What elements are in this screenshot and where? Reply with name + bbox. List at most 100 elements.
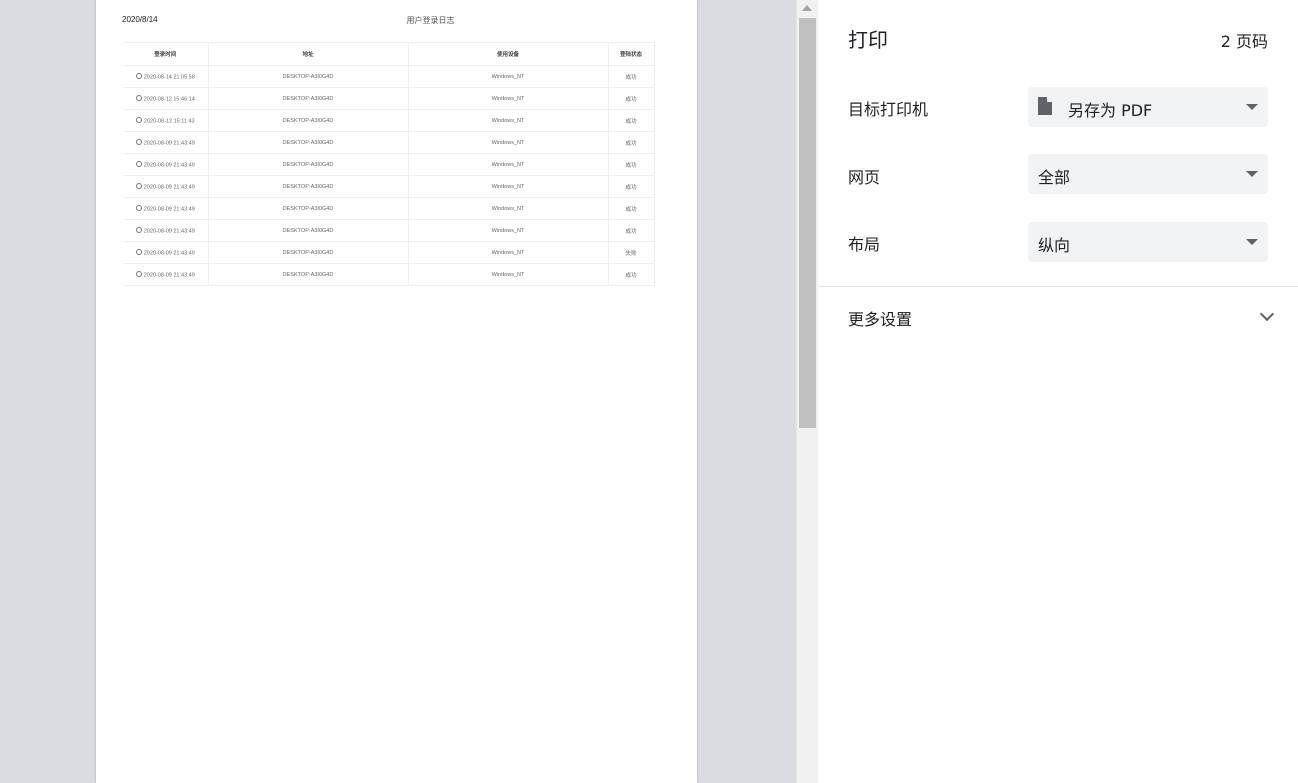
- cell-text: DESKTOP-A3I0G4D: [282, 73, 334, 80]
- table-row: 2020-08-12 15:11:43 DESKTOP-A3I0G4D Window…: [123, 109, 655, 132]
- clock-icon: [135, 204, 142, 211]
- cell-text: DESKTOP-A3I0G4D: [282, 139, 334, 146]
- clock-icon: [135, 182, 142, 189]
- cell-text: Windows_NT: [491, 205, 525, 212]
- destination-label: 目标打印机: [848, 100, 929, 119]
- table-body: 2020-08-14 21:05:58 DESKTOP-A3I0G4D Window…: [123, 65, 655, 286]
- scroll-up-arrow-icon[interactable]: [802, 5, 812, 11]
- more-settings-label: 更多设置: [848, 310, 913, 329]
- destination-select[interactable]: 另存为 PDF: [1028, 87, 1268, 127]
- dropdown-arrow-icon: [1246, 239, 1258, 245]
- table-cell: DESKTOP-A3I0G4D: [208, 109, 409, 132]
- preview-scrollbar[interactable]: [796, 0, 819, 783]
- divider: [818, 286, 1298, 287]
- cell-text: Windows_NT: [491, 183, 525, 190]
- cell-text: 2020-08-09 21:43:49: [143, 206, 195, 213]
- cell-text: Windows_NT: [491, 249, 525, 256]
- cell-text: 2020-08-09 21:43:49: [143, 162, 195, 169]
- cell-text: 成功: [625, 272, 637, 279]
- print-title: 打印: [848, 28, 888, 52]
- table-cell: Windows_NT: [408, 175, 609, 198]
- column-header: 登陆状态: [608, 42, 655, 66]
- cell-text: DESKTOP-A3I0G4D: [282, 205, 334, 212]
- dropdown-arrow-icon: [1246, 171, 1258, 177]
- table-cell: DESKTOP-A3I0G4D: [208, 241, 409, 264]
- cell-text: Windows_NT: [491, 95, 525, 102]
- table-cell: DESKTOP-A3I0G4D: [208, 175, 409, 198]
- cell-text: Windows_NT: [491, 271, 525, 278]
- cell-text: DESKTOP-A3I0G4D: [282, 183, 334, 190]
- page-header-title: 用户登录日志: [96, 15, 697, 26]
- table-cell: 成功: [608, 153, 655, 176]
- table-cell: 2020-08-09 21:43:49: [123, 131, 209, 154]
- table-cell: Windows_NT: [408, 241, 609, 264]
- scroll-thumb[interactable]: [799, 18, 816, 428]
- table-cell: 2020-08-09 21:43:49: [123, 153, 209, 176]
- cell-text: Windows_NT: [491, 117, 525, 124]
- cell-text: Windows_NT: [491, 161, 525, 168]
- cell-text: 2020-08-09 21:43:49: [143, 184, 195, 191]
- table-cell: 成功: [608, 87, 655, 110]
- destination-value: 另存为 PDF: [1068, 101, 1153, 120]
- more-settings-toggle[interactable]: 更多设置: [818, 300, 1298, 334]
- chevron-down-icon: [1259, 306, 1275, 322]
- table-cell: 2020-08-09 21:43:49: [123, 197, 209, 220]
- print-settings-panel: 打印 2 页码 目标打印机 另存为 PDF 网页 全部 布局 纵向 更多设置: [818, 0, 1298, 783]
- layout-select[interactable]: 纵向: [1028, 222, 1268, 262]
- clock-icon: [135, 248, 142, 255]
- table-cell: DESKTOP-A3I0G4D: [208, 263, 409, 286]
- cell-text: 成功: [625, 162, 637, 169]
- table-cell: Windows_NT: [408, 197, 609, 220]
- table-cell: DESKTOP-A3I0G4D: [208, 153, 409, 176]
- pdf-file-icon: [1038, 97, 1052, 115]
- cell-text: 2020-08-09 21:43:49: [143, 272, 195, 279]
- table-row: 2020-08-09 21:43:49 DESKTOP-A3I0G4D Window…: [123, 131, 655, 154]
- cell-text: 2020-08-14 21:05:58: [143, 74, 195, 81]
- layout-value: 纵向: [1038, 236, 1071, 255]
- table-cell: Windows_NT: [408, 219, 609, 242]
- cell-text: DESKTOP-A3I0G4D: [282, 249, 334, 256]
- cell-text: 成功: [625, 74, 637, 81]
- table-cell: DESKTOP-A3I0G4D: [208, 219, 409, 242]
- cell-text: 成功: [625, 118, 637, 125]
- cell-text: 2020-08-12 15:11:43: [143, 118, 195, 125]
- table-cell: Windows_NT: [408, 263, 609, 286]
- table-cell: DESKTOP-A3I0G4D: [208, 197, 409, 220]
- table-row: 2020-08-12 15:46:14 DESKTOP-A3I0G4D Window…: [123, 87, 655, 110]
- cell-text: DESKTOP-A3I0G4D: [282, 227, 334, 234]
- clock-icon: [135, 116, 142, 123]
- table-cell: Windows_NT: [408, 131, 609, 154]
- table-cell: 成功: [608, 131, 655, 154]
- layout-label: 布局: [848, 235, 881, 254]
- table-cell: DESKTOP-A3I0G4D: [208, 131, 409, 154]
- table-cell: 失败: [608, 241, 655, 264]
- table-row: 2020-08-14 21:05:58 DESKTOP-A3I0G4D Window…: [123, 65, 655, 88]
- cell-text: Windows_NT: [491, 139, 525, 146]
- cell-text: Windows_NT: [491, 73, 525, 80]
- table-row: 2020-08-09 21:43:49 DESKTOP-A3I0G4D Window…: [123, 219, 655, 242]
- clock-icon: [135, 226, 142, 233]
- cell-text: DESKTOP-A3I0G4D: [282, 117, 334, 124]
- column-header: 登录时间: [123, 42, 209, 66]
- table-cell: 2020-08-12 15:11:43: [123, 109, 209, 132]
- page-title-text: 用户登录日志: [406, 16, 455, 25]
- table-row: 2020-08-09 21:43:49 DESKTOP-A3I0G4D Window…: [123, 153, 655, 176]
- cell-text: 成功: [625, 206, 637, 213]
- column-header: 地址: [208, 42, 409, 66]
- table-row: 2020-08-09 21:43:49 DESKTOP-A3I0G4D Window…: [123, 175, 655, 198]
- table-cell: Windows_NT: [408, 65, 609, 88]
- cell-text: 2020-08-09 21:43:49: [143, 250, 195, 257]
- clock-icon: [135, 270, 142, 277]
- clock-icon: [135, 94, 142, 101]
- table-cell: 2020-08-09 21:43:49: [123, 263, 209, 286]
- cell-text: 2020-08-12 15:46:14: [143, 96, 195, 103]
- clock-icon: [135, 138, 142, 145]
- table-cell: 成功: [608, 219, 655, 242]
- table-cell: Windows_NT: [408, 153, 609, 176]
- cell-text: 成功: [625, 184, 637, 191]
- cell-text: 失败: [625, 250, 637, 257]
- table-row: 2020-08-09 21:43:49 DESKTOP-A3I0G4D Window…: [123, 197, 655, 220]
- page-count: 2 页码: [1220, 32, 1268, 51]
- pages-select[interactable]: 全部: [1028, 154, 1268, 194]
- column-header: 使用设备: [408, 42, 609, 66]
